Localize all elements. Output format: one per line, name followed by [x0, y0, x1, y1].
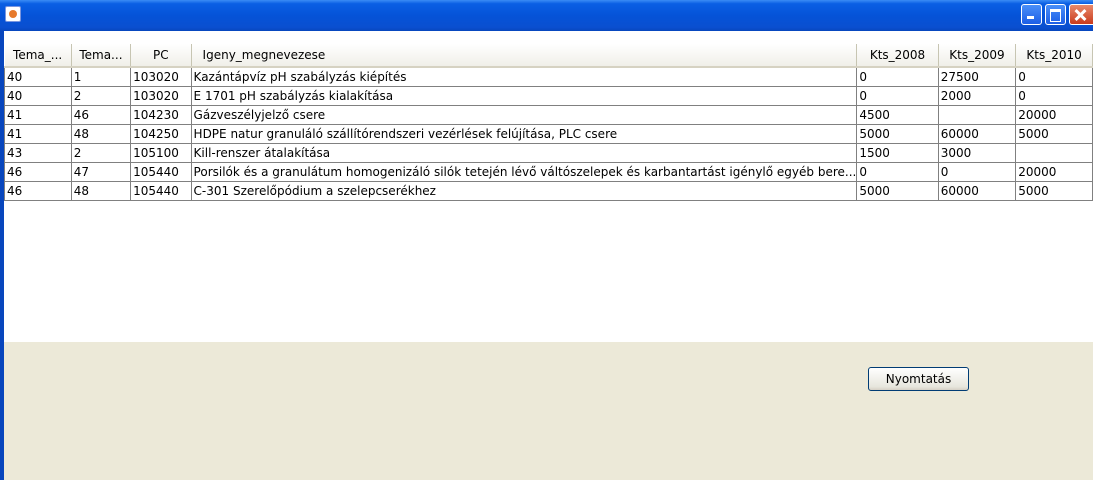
table-cell[interactable]: 0: [856, 66, 939, 87]
table-cell[interactable]: 0: [856, 86, 939, 106]
column-header[interactable]: Kts_2008: [856, 44, 939, 68]
table-cell[interactable]: 0: [856, 162, 939, 182]
table-cell[interactable]: 40: [4, 86, 72, 106]
data-table[interactable]: Tema_... Tema... PC Igeny_megnevezese Kt…: [4, 44, 1093, 201]
table-cell[interactable]: Porsilók és a granulátum homogenizáló si…: [190, 162, 858, 182]
table-header-row: Tema_... Tema... PC Igeny_megnevezese Kt…: [4, 44, 1093, 68]
table-cell[interactable]: 41: [4, 124, 72, 144]
table-cell[interactable]: Kill-renszer átalakítása: [190, 143, 858, 163]
minimize-button[interactable]: [1021, 4, 1042, 25]
table-cell[interactable]: 48: [70, 124, 132, 144]
table-cell[interactable]: 105440: [130, 181, 192, 201]
table-cell[interactable]: 2: [70, 143, 132, 163]
table-row[interactable]: 46 47 105440 Porsilók és a granulátum homog…: [4, 162, 1093, 182]
table-row[interactable]: 41 46 104230 Gázveszélyjelző csere 4500 20000: [4, 105, 1093, 125]
table-cell[interactable]: 1: [70, 66, 132, 87]
column-header[interactable]: Tema_...: [4, 44, 72, 68]
table-cell[interactable]: HDPE natur granuláló szállítórendszeri v…: [190, 124, 858, 144]
table-row[interactable]: 40 1 103020 Kazántápvíz pH szabályzás kiépí…: [4, 66, 1093, 87]
table-row[interactable]: 43 2 105100 Kill-renszer átalakítása 1500 300…: [4, 143, 1093, 163]
table-cell[interactable]: 43: [4, 143, 72, 163]
table-scroll-pane[interactable]: Tema_... Tema... PC Igeny_megnevezese Kt…: [4, 31, 1093, 342]
table-cell[interactable]: 20000: [1015, 105, 1093, 125]
table-cell[interactable]: [937, 105, 1017, 125]
table-cell[interactable]: 60000: [937, 124, 1017, 144]
title-bar[interactable]: [0, 0, 1093, 31]
table-row[interactable]: 46 48 105440 C-301 Szerelőpódium a szelepcs…: [4, 181, 1093, 201]
close-button[interactable]: [1069, 4, 1093, 25]
table-cell[interactable]: 4500: [856, 105, 939, 125]
java-app-icon: [5, 6, 21, 22]
table-row[interactable]: 40 2 103020 E 1701 pH szabályzás kialakítás…: [4, 86, 1093, 106]
table-cell[interactable]: 105440: [130, 162, 192, 182]
table-cell[interactable]: 40: [4, 66, 72, 87]
maximize-button[interactable]: [1045, 4, 1066, 25]
table-cell[interactable]: 5000: [856, 124, 939, 144]
table-cell[interactable]: 104250: [130, 124, 192, 144]
table-cell[interactable]: 0: [937, 162, 1017, 182]
table-cell[interactable]: [1015, 143, 1093, 163]
column-header[interactable]: Igeny_megnevezese: [191, 44, 858, 68]
table-cell[interactable]: 103020: [130, 66, 192, 87]
table-cell[interactable]: 2000: [937, 86, 1017, 106]
table-cell[interactable]: 46: [4, 181, 72, 201]
table-cell[interactable]: Gázveszélyjelző csere: [190, 105, 858, 125]
table-cell[interactable]: C-301 Szerelőpódium a szelepcserékhez: [190, 181, 858, 201]
table-cell[interactable]: 60000: [937, 181, 1017, 201]
table-cell[interactable]: 1500: [856, 143, 939, 163]
column-header[interactable]: Tema...: [71, 44, 132, 68]
table-cell[interactable]: 3000: [937, 143, 1017, 163]
table-cell[interactable]: 27500: [937, 66, 1017, 87]
table-cell[interactable]: 46: [70, 105, 132, 125]
table-cell[interactable]: 104230: [130, 105, 192, 125]
table-cell[interactable]: 0: [1015, 66, 1093, 87]
table-cell[interactable]: 48: [70, 181, 132, 201]
table-cell[interactable]: E 1701 pH szabályzás kialakítása: [190, 86, 858, 106]
table-cell[interactable]: 5000: [856, 181, 939, 201]
table-cell[interactable]: 103020: [130, 86, 192, 106]
table-cell[interactable]: Kazántápvíz pH szabályzás kiépítés: [190, 66, 858, 87]
table-cell[interactable]: 0: [1015, 86, 1093, 106]
table-cell[interactable]: 47: [70, 162, 132, 182]
table-cell[interactable]: 105100: [130, 143, 192, 163]
table-row[interactable]: 41 48 104250 HDPE natur granuláló szállítór…: [4, 124, 1093, 144]
table-cell[interactable]: 5000: [1015, 124, 1093, 144]
column-header[interactable]: PC: [130, 44, 192, 68]
column-header[interactable]: Kts_2009: [938, 44, 1017, 68]
print-button[interactable]: Nyomtatás: [868, 367, 969, 391]
table-cell[interactable]: 5000: [1015, 181, 1093, 201]
table-cell[interactable]: 41: [4, 105, 72, 125]
column-header[interactable]: Kts_2010: [1015, 44, 1093, 68]
table-cell[interactable]: 2: [70, 86, 132, 106]
table-cell[interactable]: 46: [4, 162, 72, 182]
table-cell[interactable]: 20000: [1015, 162, 1093, 182]
